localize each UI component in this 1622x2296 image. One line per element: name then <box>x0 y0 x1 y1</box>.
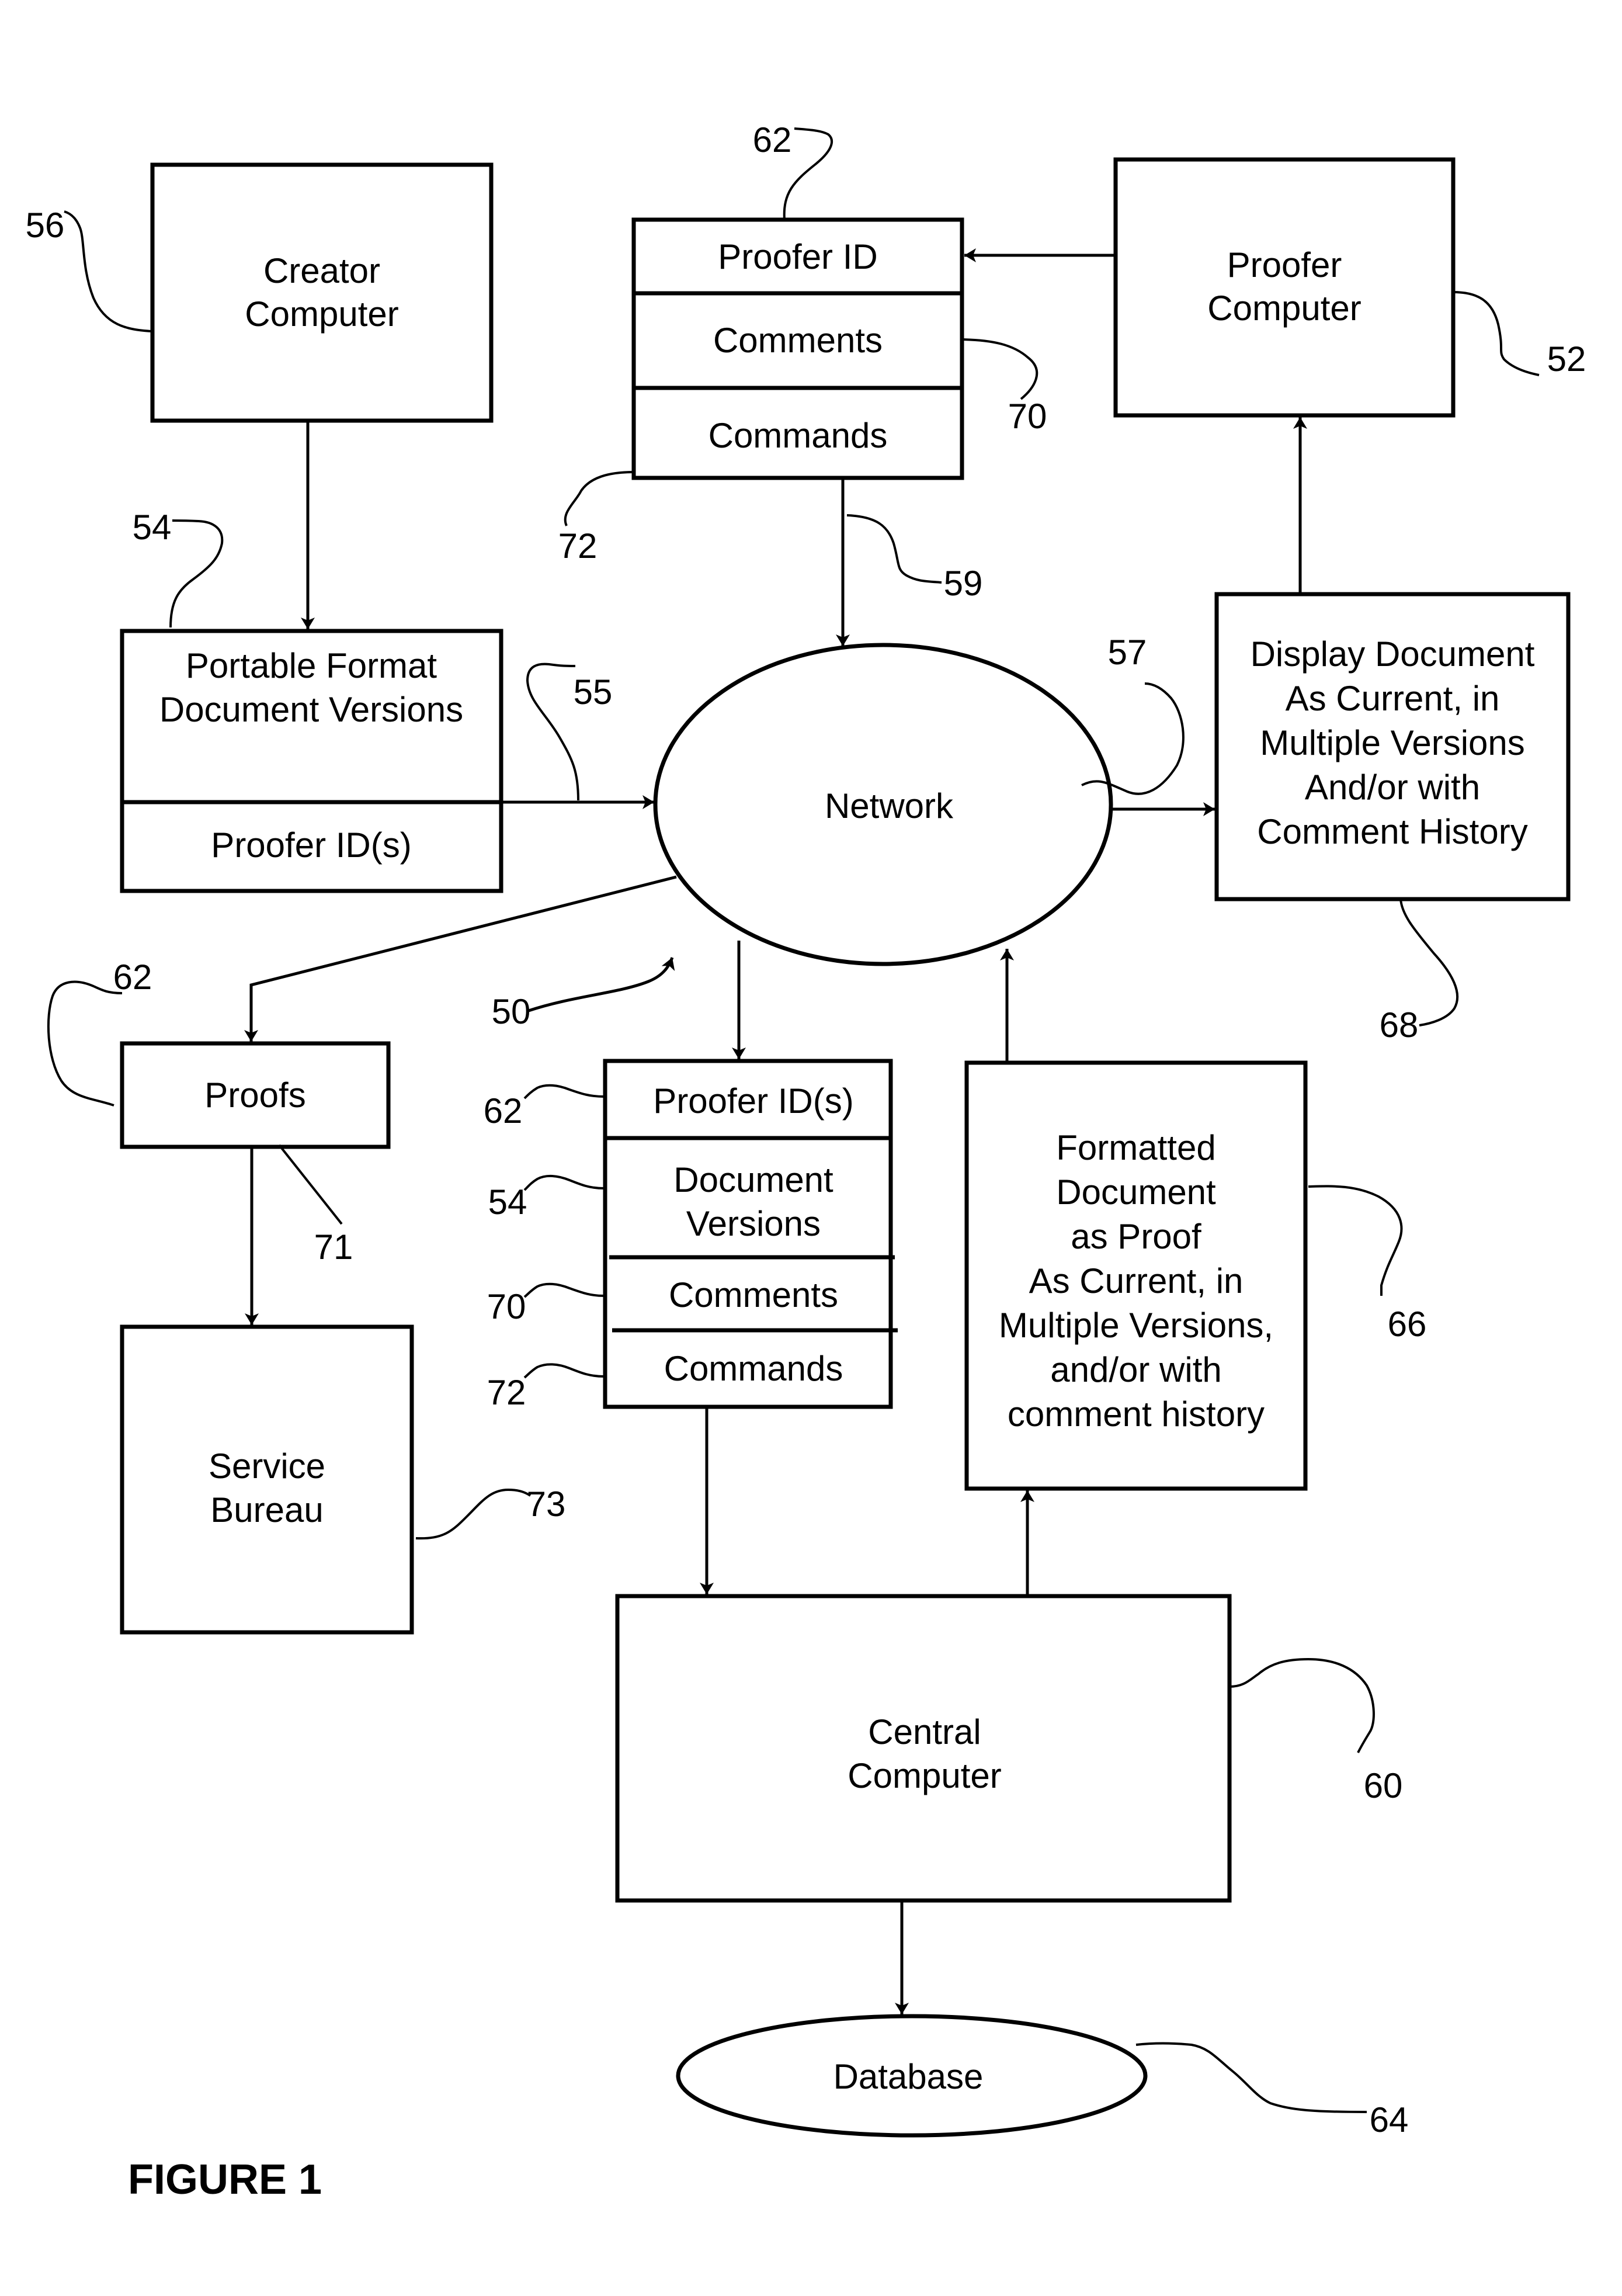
formatted-document-line-2: Document <box>1056 1173 1216 1212</box>
database-node: Database <box>676 2014 1148 2138</box>
leader-72-top <box>564 471 634 526</box>
ref-56: 56 <box>26 206 65 245</box>
ref-72-top: 72 <box>558 526 598 566</box>
leader-73 <box>415 1488 532 1540</box>
central-computer-node: Central Computer <box>615 1594 1232 1903</box>
display-document-line-4: And/or with <box>1305 768 1480 807</box>
leader-70-central <box>523 1282 605 1298</box>
display-document-line-3: Multiple Versions <box>1260 723 1525 762</box>
leader-54-central <box>523 1175 605 1191</box>
leader-54-portable <box>169 519 224 628</box>
portable-format-label-line-2: Document Versions <box>159 690 463 729</box>
creator-computer-label-line-1: Creator <box>263 251 380 290</box>
system-pointer-arrow <box>528 957 675 1012</box>
database-label: Database <box>833 2057 984 2096</box>
creator-computer-label-line-2: Computer <box>245 294 398 334</box>
proofer-ids-section-label: Proofer ID(s) <box>653 1081 853 1121</box>
leader-55 <box>526 663 579 801</box>
service-bureau-label-line-2: Bureau <box>210 1490 323 1529</box>
central-computer-label-line-2: Computer <box>848 1756 1001 1795</box>
ref-50: 50 <box>492 992 531 1031</box>
portable-format-node: Portable Format Document Versions Proofe… <box>120 629 503 893</box>
ref-66: 66 <box>1388 1305 1427 1344</box>
display-document-line-5: Comment History <box>1257 812 1527 851</box>
commands-section-label: Commands <box>708 416 888 455</box>
ref-64: 64 <box>1370 2100 1409 2139</box>
formatted-document-line-1: Formatted <box>1056 1128 1215 1167</box>
ref-60: 60 <box>1364 1766 1403 1805</box>
proofer-computer-label-line-1: Proofer <box>1227 245 1342 285</box>
proofer-ids-section-label: Proofer ID(s) <box>211 826 411 865</box>
central-message-node: Proofer ID(s) Document Versions Comments… <box>603 1059 898 1409</box>
leader-66 <box>1308 1185 1403 1296</box>
leader-60 <box>1229 1657 1375 1753</box>
formatted-document-line-6: and/or with <box>1050 1350 1222 1389</box>
leader-72-central <box>523 1363 605 1379</box>
comments-section-label: Comments <box>669 1275 838 1315</box>
ref-70-top: 70 <box>1008 397 1047 436</box>
display-document-line-1: Display Document <box>1251 634 1535 674</box>
leader-59 <box>846 514 942 584</box>
formatted-document-node: Formatted Document as Proof As Current, … <box>964 1060 1308 1491</box>
figure-title: FIGURE 1 <box>128 2156 322 2203</box>
network-label: Network <box>825 786 954 826</box>
proofer-message-node: Proofer ID Comments Commands <box>631 217 964 480</box>
network-node: Network <box>653 643 1113 966</box>
ref-52: 52 <box>1547 339 1586 379</box>
ref-62-top: 62 <box>753 120 792 159</box>
comments-section-label: Comments <box>713 321 883 360</box>
service-bureau-label-line-1: Service <box>209 1447 325 1486</box>
ref-70-central: 70 <box>487 1287 526 1326</box>
ref-73: 73 <box>527 1485 566 1524</box>
commands-section-label: Commands <box>664 1349 843 1388</box>
patent-diagram: Creator Computer Proofer ID Comments Com… <box>26 120 1586 2203</box>
leader-62-central <box>523 1084 605 1100</box>
leader-52 <box>1453 291 1540 376</box>
leader-71 <box>278 1144 343 1225</box>
creator-computer-node: Creator Computer <box>150 162 494 423</box>
proofer-computer-label-line-2: Computer <box>1207 289 1361 328</box>
ref-72-central: 72 <box>487 1373 526 1412</box>
formatted-document-line-5: Multiple Versions, <box>999 1306 1273 1345</box>
proofs-label: Proofs <box>204 1076 305 1115</box>
ref-71: 71 <box>314 1227 353 1267</box>
ref-68: 68 <box>1380 1005 1419 1045</box>
display-document-node: Display Document As Current, in Multiple… <box>1214 592 1571 901</box>
formatted-document-line-3: as Proof <box>1071 1217 1201 1256</box>
proofer-computer-box <box>1113 157 1456 418</box>
proofs-node: Proofs <box>120 1041 391 1149</box>
document-versions-line-1: Document <box>673 1160 833 1199</box>
leader-70-top <box>961 338 1039 400</box>
document-versions-line-2: Versions <box>686 1204 821 1243</box>
service-bureau-node: Service Bureau <box>120 1324 414 1635</box>
ref-54-central: 54 <box>488 1182 527 1222</box>
ref-55: 55 <box>574 672 613 712</box>
formatted-document-line-4: As Current, in <box>1029 1261 1244 1300</box>
central-computer-label-line-1: Central <box>868 1712 981 1752</box>
ref-62-central: 62 <box>484 1091 523 1130</box>
ref-59: 59 <box>944 564 983 603</box>
ref-62-portable: 62 <box>113 958 152 997</box>
formatted-document-line-7: comment history <box>1008 1395 1265 1434</box>
display-document-line-2: As Current, in <box>1286 679 1500 718</box>
arrow-network-to-proofs <box>244 875 677 1042</box>
ref-54-portable: 54 <box>133 508 172 547</box>
proofer-id-section-label: Proofer ID <box>718 237 877 276</box>
leader-64 <box>1135 2042 1367 2113</box>
leader-56 <box>64 210 153 332</box>
leader-62-portable <box>47 980 123 1107</box>
ref-57: 57 <box>1108 633 1147 672</box>
portable-format-label-line-1: Portable Format <box>186 646 437 685</box>
creator-computer-box <box>150 162 494 423</box>
proofer-computer-node: Proofer Computer <box>1113 157 1456 418</box>
